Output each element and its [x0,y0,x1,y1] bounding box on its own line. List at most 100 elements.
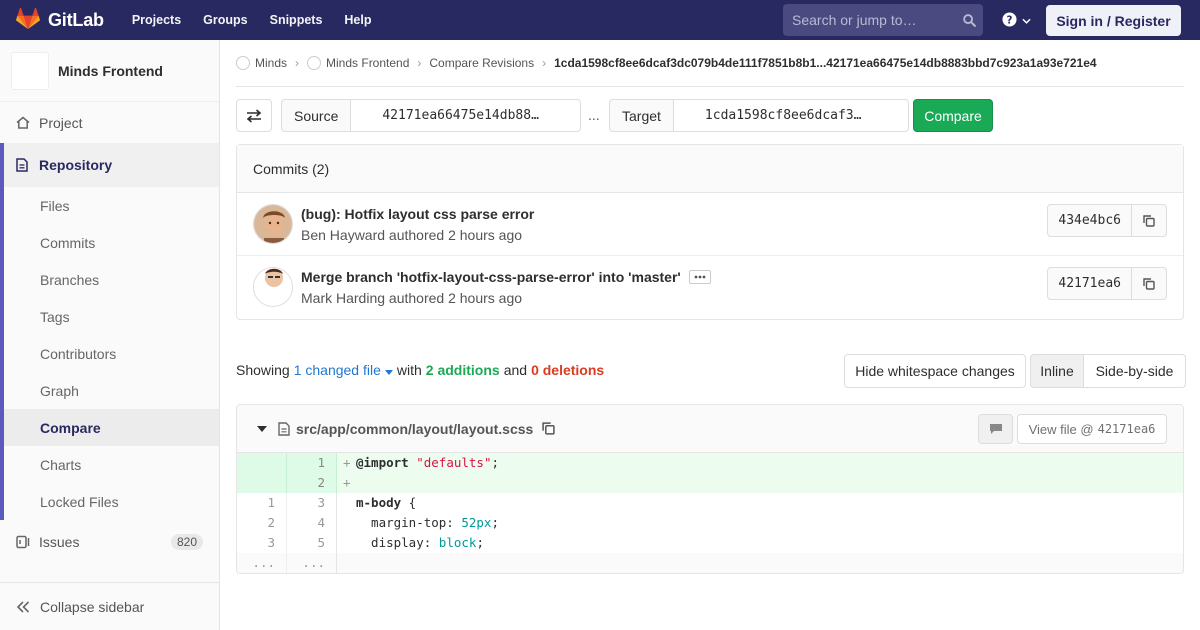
view-file-sha: 42171ea6 [1097,422,1156,436]
copy-file-path-button[interactable] [542,422,555,435]
summary-showing: Showing [236,362,290,378]
old-line-number[interactable]: 2 [237,513,287,533]
breadcrumb-item-minds[interactable]: Minds [236,56,287,70]
copy-sha-button[interactable] [1132,204,1167,237]
line-code: margin-top: 52px; [337,513,1183,533]
author-avatar[interactable] [253,267,293,307]
sign-in-button[interactable]: Sign in / Register [1046,5,1181,36]
chevron-down-icon [1022,18,1031,24]
copy-sha-button[interactable] [1132,267,1167,300]
code-token: ; [491,515,499,530]
sidebar-subitem-graph[interactable]: Graph [4,372,219,409]
old-line-number[interactable]: ... [237,553,287,573]
breadcrumb-item-project[interactable]: Minds Frontend [307,56,409,70]
commit-time: authored 2 hours ago [385,290,523,306]
inline-view-button[interactable]: Inline [1030,354,1084,388]
sidebar-project-header[interactable]: Minds Frontend [0,40,219,102]
commit-author[interactable]: Ben Hayward [301,227,385,243]
new-line-number[interactable]: 2 [287,473,337,493]
comment-icon [989,423,1003,435]
source-ref-dropdown[interactable]: 42171ea66475e14db88… [351,99,582,132]
swap-revisions-button[interactable] [236,99,272,132]
code-token: { [401,495,417,510]
copy-icon [1143,214,1155,227]
line-code: + @import "defaults"; [337,453,1183,473]
nav-projects[interactable]: Projects [132,13,181,27]
search-input[interactable]: Search or jump to… [783,4,983,36]
commit-sha[interactable]: 434e4bc6 [1047,204,1132,237]
search-icon [955,13,983,27]
collapse-sidebar-label: Collapse sidebar [40,598,145,615]
sidebar-item-issues[interactable]: Issues 820 [0,520,219,564]
code-token: "defaults" [416,455,492,470]
author-avatar[interactable] [253,204,293,244]
line-code: + [337,473,1183,493]
breadcrumb-item-compare[interactable]: Compare Revisions [429,56,534,70]
toggle-comments-button[interactable] [978,414,1013,444]
sidebar-item-label: Issues [39,534,80,550]
target-ref-group: Target 1cda1598cf8ee6dcaf3… [609,99,909,132]
view-file-button[interactable]: View file @ 42171ea6 [1017,414,1167,444]
sidebar-subitem-charts[interactable]: Charts [4,446,219,483]
collapse-sidebar-button[interactable]: Collapse sidebar [0,582,219,630]
old-line-number[interactable] [237,473,287,493]
sidebar-subitem-locked-files[interactable]: Locked Files [4,483,219,520]
changed-files-label: 1 changed file [293,362,381,378]
gitlab-brand[interactable]: GitLab [16,0,104,40]
new-line-number[interactable]: 1 [287,453,337,473]
side-by-side-view-button[interactable]: Side-by-side [1084,354,1186,388]
target-ref-dropdown[interactable]: 1cda1598cf8ee6dcaf3… [673,99,909,132]
nav-help[interactable]: Help [344,13,371,27]
old-line-number[interactable] [237,453,287,473]
commit-title[interactable]: (bug): Hotfix layout css parse error [301,206,534,222]
diff-line: 2 + [237,473,1183,493]
code-token: ; [476,535,484,550]
new-line-number[interactable]: 5 [287,533,337,553]
line-code: m-body { [337,493,1183,513]
expand-description-button[interactable] [688,270,711,284]
file-icon [278,421,290,436]
old-line-number[interactable]: 3 [237,533,287,553]
sidebar-subitem-contributors[interactable]: Contributors [4,335,219,372]
file-path[interactable]: src/app/common/layout/layout.scss [296,421,533,437]
compare-button[interactable]: Compare [913,99,993,132]
changed-files-dropdown[interactable]: 1 changed file [294,362,393,378]
summary-with: with [396,362,422,378]
breadcrumb-current[interactable]: 1cda1598cf8ee6dcaf3dc079b4de111f7851b8b1… [554,56,1096,70]
project-avatar-icon [307,56,322,70]
nav-snippets[interactable]: Snippets [270,13,323,27]
sidebar-item-project[interactable]: Project [0,102,219,143]
new-line-number[interactable]: 4 [287,513,337,533]
chevron-right-icon: › [295,56,300,70]
new-line-number[interactable]: 3 [287,493,337,513]
sidebar-item-repository[interactable]: Repository [4,143,219,187]
copy-icon [542,422,555,435]
new-line-number[interactable]: ... [287,553,337,573]
collapse-file-toggle-icon[interactable] [257,425,267,432]
breadcrumb-label: Minds Frontend [326,56,410,70]
swap-arrows-icon [246,108,262,123]
commit-author[interactable]: Mark Harding [301,290,385,306]
code-token: 52px [461,515,492,530]
line-code [337,553,1183,573]
group-avatar-icon [236,56,250,70]
commit-title[interactable]: Merge branch 'hotfix-layout-css-parse-er… [301,269,711,285]
main-content: Minds › Minds Frontend › Compare Revisio… [236,40,1186,574]
nav-groups[interactable]: Groups [203,13,247,27]
commit-sha[interactable]: 42171ea6 [1047,267,1132,300]
sidebar-subitem-compare[interactable]: Compare [4,409,219,446]
sidebar-subitem-tags[interactable]: Tags [4,298,219,335]
sidebar-subitem-commits[interactable]: Commits [4,224,219,261]
sidebar-subitem-branches[interactable]: Branches [4,261,219,298]
hide-whitespace-button[interactable]: Hide whitespace changes [844,354,1026,388]
home-icon [16,116,32,129]
diff-view-toggle: Inline Side-by-side [1030,354,1186,388]
commit-sha-group: 434e4bc6 [1047,204,1167,237]
sidebar-item-label: Project [39,114,83,131]
diff-summary: Showing 1 changed file with 2 additions … [236,362,608,378]
sidebar-subitem-files[interactable]: Files [4,187,219,224]
help-dropdown[interactable]: ? [1002,12,1031,30]
diff-expand-line[interactable]: ... ... [237,553,1183,573]
old-line-number[interactable]: 1 [237,493,287,513]
diff-line: 2 4 margin-top: 52px; [237,513,1183,533]
